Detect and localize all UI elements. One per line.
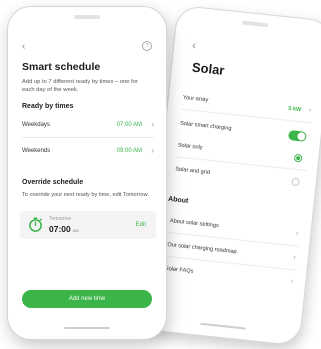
- page-title: Solar: [191, 59, 226, 78]
- chevron-left-icon[interactable]: ‹: [192, 39, 197, 51]
- ready-by-time-value: 09:00 AM: [116, 148, 142, 154]
- override-description: To override your next ready by time, edi…: [22, 192, 149, 198]
- array-size-value: 5 kW: [287, 105, 302, 114]
- speaker-notch: [74, 15, 100, 19]
- phone-mockup-solar: ‹ Solar Your array 5 kW › Solar smart ch…: [143, 4, 321, 347]
- solar-and-grid-radio[interactable]: [291, 177, 301, 187]
- row-label: Solar only: [177, 142, 203, 152]
- home-indicator: [199, 322, 246, 330]
- about-item-label: Our solar charging roadmap: [167, 241, 237, 256]
- row-weekends[interactable]: Weekends 09:00 AM ›: [22, 141, 154, 161]
- stopwatch-icon: [29, 217, 42, 232]
- override-time: 07:00 AM: [49, 224, 79, 234]
- ready-by-time-value: 07:00 AM: [116, 122, 142, 128]
- help-circle-icon[interactable]: ?: [142, 41, 152, 51]
- chevron-right-icon: ›: [293, 254, 297, 262]
- top-bar: ‹ ?: [22, 41, 152, 53]
- home-indicator: [64, 327, 110, 329]
- chevron-right-icon: ›: [308, 107, 312, 115]
- chevron-right-icon: ›: [151, 146, 154, 155]
- about-item-label: Solar FAQs: [164, 265, 194, 275]
- override-day-label: Tomorrow: [49, 216, 71, 222]
- ready-by-heading: Ready by times: [22, 103, 74, 110]
- override-time-ampm: AM: [72, 228, 79, 233]
- edit-button[interactable]: Edit: [136, 222, 146, 228]
- row-weekdays[interactable]: Weekdays 07:00 AM ›: [22, 115, 154, 135]
- row-label: Weekends: [22, 148, 51, 154]
- chevron-right-icon: ›: [151, 120, 154, 129]
- about-heading: About: [167, 195, 189, 205]
- solar-smart-charging-toggle[interactable]: [287, 130, 307, 142]
- row-label: Weekdays: [22, 122, 50, 128]
- page-description: Add up to 7 different ready by times – o…: [22, 79, 138, 93]
- chevron-right-icon: ›: [290, 278, 294, 286]
- override-heading: Override schedule: [22, 179, 84, 186]
- page-title: Smart schedule: [22, 61, 101, 73]
- override-time-value: 07:00: [49, 224, 71, 234]
- chevron-left-icon[interactable]: ‹: [22, 41, 25, 52]
- row-label: Your array: [182, 94, 209, 104]
- solar-screen: ‹ Solar Your array 5 kW › Solar smart ch…: [144, 6, 321, 345]
- about-item-faqs[interactable]: Solar FAQs ›: [164, 262, 294, 291]
- row-label: Solar smart charging: [179, 120, 232, 132]
- about-item-label: About solar settings: [169, 218, 220, 230]
- row-label: Solar and grid: [174, 166, 211, 176]
- phone-mockup-smart-schedule: ‹ ? Smart schedule Add up to 7 different…: [7, 6, 167, 340]
- add-new-time-button[interactable]: Add new time: [22, 290, 152, 308]
- row-solar-and-grid[interactable]: Solar and grid: [174, 162, 304, 191]
- divider: [22, 137, 154, 138]
- chevron-right-icon: ›: [295, 230, 299, 238]
- override-card[interactable]: Tomorrow 07:00 AM Edit: [20, 211, 156, 239]
- solar-only-radio[interactable]: [293, 153, 303, 163]
